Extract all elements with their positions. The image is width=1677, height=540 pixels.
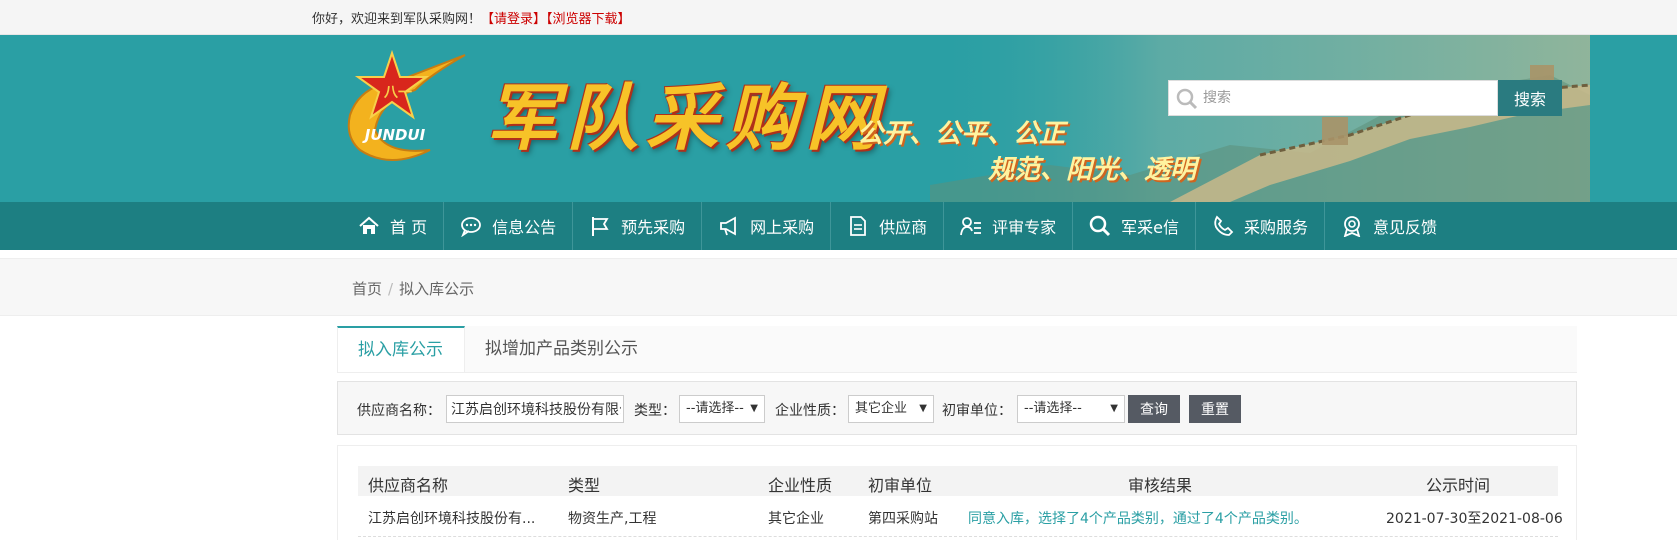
megaphone-icon bbox=[720, 216, 737, 236]
review-unit-cell: 第四采购站 bbox=[868, 511, 938, 527]
results-table: 供应商名称 类型 企业性质 初审单位 审核结果 公示时间 江苏启创环境科技股份有… bbox=[337, 445, 1577, 540]
table-row[interactable]: 江苏启创环境科技股份有... 物资生产,工程 其它企业 第四采购站 同意入库，选… bbox=[358, 498, 1563, 537]
breadcrumb-bar: 首页 / 拟入库公示 bbox=[0, 258, 1677, 316]
chevron-down-icon: ▼ bbox=[919, 403, 927, 414]
slogan-line-2: 规范、阳光、透明 bbox=[988, 155, 1197, 185]
publish-time-cell: 2021-07-30至2021-08-06 bbox=[1386, 511, 1563, 527]
nav-item-online-procurement[interactable]: 网上采购 bbox=[702, 202, 832, 250]
type-select[interactable]: --请选择-- ▼ bbox=[679, 395, 765, 423]
chat-icon bbox=[461, 217, 481, 237]
browser-download-link[interactable]: 【浏览器下载】 bbox=[546, 12, 631, 27]
slogan-line-1: 公开、公平、公正 bbox=[857, 119, 1066, 149]
army-star-logo: 八一 JUNDUI bbox=[347, 49, 466, 161]
main-nav: 首 页 信息公告 预先采购 网上采购 供应商 评审专家 军采e信 采购服务 意见… bbox=[0, 202, 1677, 250]
home-icon bbox=[359, 216, 379, 234]
breadcrumb: 首页 / 拟入库公示 bbox=[352, 278, 474, 299]
breadcrumb-home[interactable]: 首页 bbox=[352, 280, 382, 298]
tab-pending-warehousing[interactable]: 拟入库公示 bbox=[337, 326, 465, 372]
nav-label: 网上采购 bbox=[750, 218, 815, 237]
nav-item-services[interactable]: 采购服务 bbox=[1196, 202, 1326, 250]
breadcrumb-current: 拟入库公示 bbox=[399, 280, 475, 298]
nav-item-announcements[interactable]: 信息公告 bbox=[444, 202, 574, 250]
search-icon bbox=[1089, 215, 1111, 237]
breadcrumb-separator: / bbox=[388, 280, 394, 298]
chevron-down-icon: ▼ bbox=[750, 403, 758, 414]
nav-label: 供应商 bbox=[879, 218, 928, 237]
reset-button[interactable]: 重置 bbox=[1189, 395, 1241, 423]
enterprise-nature-cell: 其它企业 bbox=[768, 511, 824, 527]
supplier-name-cell[interactable]: 江苏启创环境科技股份有... bbox=[368, 508, 535, 528]
column-header: 初审单位 bbox=[868, 476, 933, 495]
nav-label: 评审专家 bbox=[992, 218, 1057, 237]
user-list-icon bbox=[960, 217, 982, 236]
document-icon bbox=[850, 216, 867, 236]
svg-text:八一: 八一 bbox=[383, 85, 412, 101]
review-unit-label: 初审单位： bbox=[942, 403, 1012, 419]
type-select-value: --请选择-- bbox=[686, 401, 744, 416]
column-header: 公示时间 bbox=[1426, 476, 1491, 495]
column-header: 类型 bbox=[568, 476, 601, 495]
nav-item-experts[interactable]: 评审专家 bbox=[944, 202, 1074, 250]
nav-label: 信息公告 bbox=[492, 218, 557, 237]
supplier-name-input[interactable] bbox=[446, 395, 624, 423]
nav-label: 采购服务 bbox=[1244, 218, 1309, 237]
review-unit-value: --请选择-- bbox=[1024, 401, 1082, 416]
nav-item-home[interactable]: 首 页 bbox=[342, 202, 445, 250]
review-result-cell[interactable]: 同意入库，选择了4个产品类别，通过了4个产品类别。 bbox=[968, 508, 1308, 528]
greeting-text: 你好，欢迎来到军队采购网！ bbox=[312, 12, 482, 27]
column-header: 供应商名称 bbox=[368, 476, 449, 495]
nav-item-feedback[interactable]: 意见反馈 bbox=[1325, 202, 1453, 250]
tab-bar: 拟入库公示 拟增加产品类别公示 bbox=[337, 326, 1577, 373]
nav-item-pre-procurement[interactable]: 预先采购 bbox=[573, 202, 703, 250]
enterprise-nature-value: 其它企业 bbox=[855, 401, 908, 416]
login-link[interactable]: 【请登录】 bbox=[481, 12, 546, 27]
site-banner: 八一 JUNDUI 军队采购网 公开、公平、公正 规范、阳光、透明 搜索 bbox=[0, 35, 1677, 202]
type-label: 类型： bbox=[634, 403, 676, 419]
filter-bar: 供应商名称： 类型： --请选择-- ▼ 企业性质： 其它企业 ▼ 初审单位： … bbox=[337, 381, 1577, 435]
nav-label: 首 页 bbox=[390, 218, 428, 237]
enterprise-nature-select[interactable]: 其它企业 ▼ bbox=[848, 395, 934, 423]
welcome-text: 你好，欢迎来到军队采购网！【请登录】【浏览器下载】 bbox=[312, 8, 631, 27]
nav-item-junca-exin[interactable]: 军采e信 bbox=[1073, 202, 1197, 250]
enterprise-nature-label: 企业性质： bbox=[775, 403, 845, 419]
review-unit-select[interactable]: --请选择-- ▼ bbox=[1017, 395, 1125, 423]
table-header: 供应商名称 类型 企业性质 初审单位 审核结果 公示时间 bbox=[358, 466, 1558, 496]
nav-item-suppliers[interactable]: 供应商 bbox=[831, 202, 945, 250]
search-icon bbox=[1176, 88, 1198, 110]
query-button[interactable]: 查询 bbox=[1128, 395, 1180, 423]
tab-product-category[interactable]: 拟增加产品类别公示 bbox=[465, 326, 658, 372]
nav-label: 军采e信 bbox=[1121, 218, 1180, 237]
site-title: 军队采购网 bbox=[486, 75, 887, 160]
top-bar: 你好，欢迎来到军队采购网！【请登录】【浏览器下载】 bbox=[0, 0, 1677, 35]
badge-icon bbox=[1343, 216, 1361, 237]
nav-label: 意见反馈 bbox=[1373, 218, 1438, 237]
search-button[interactable]: 搜索 bbox=[1498, 80, 1562, 116]
logo-text: JUNDUI bbox=[362, 126, 426, 144]
type-cell: 物资生产,工程 bbox=[568, 511, 657, 527]
search-input[interactable] bbox=[1168, 80, 1498, 116]
supplier-name-label: 供应商名称： bbox=[357, 403, 441, 419]
column-header: 企业性质 bbox=[768, 476, 833, 495]
nav-label: 预先采购 bbox=[621, 218, 686, 237]
column-header: 审核结果 bbox=[1128, 476, 1193, 495]
chevron-down-icon: ▼ bbox=[1110, 403, 1118, 414]
search-bar: 搜索 bbox=[1168, 80, 1562, 118]
flag-icon bbox=[592, 217, 609, 236]
phone-icon bbox=[1214, 215, 1234, 236]
